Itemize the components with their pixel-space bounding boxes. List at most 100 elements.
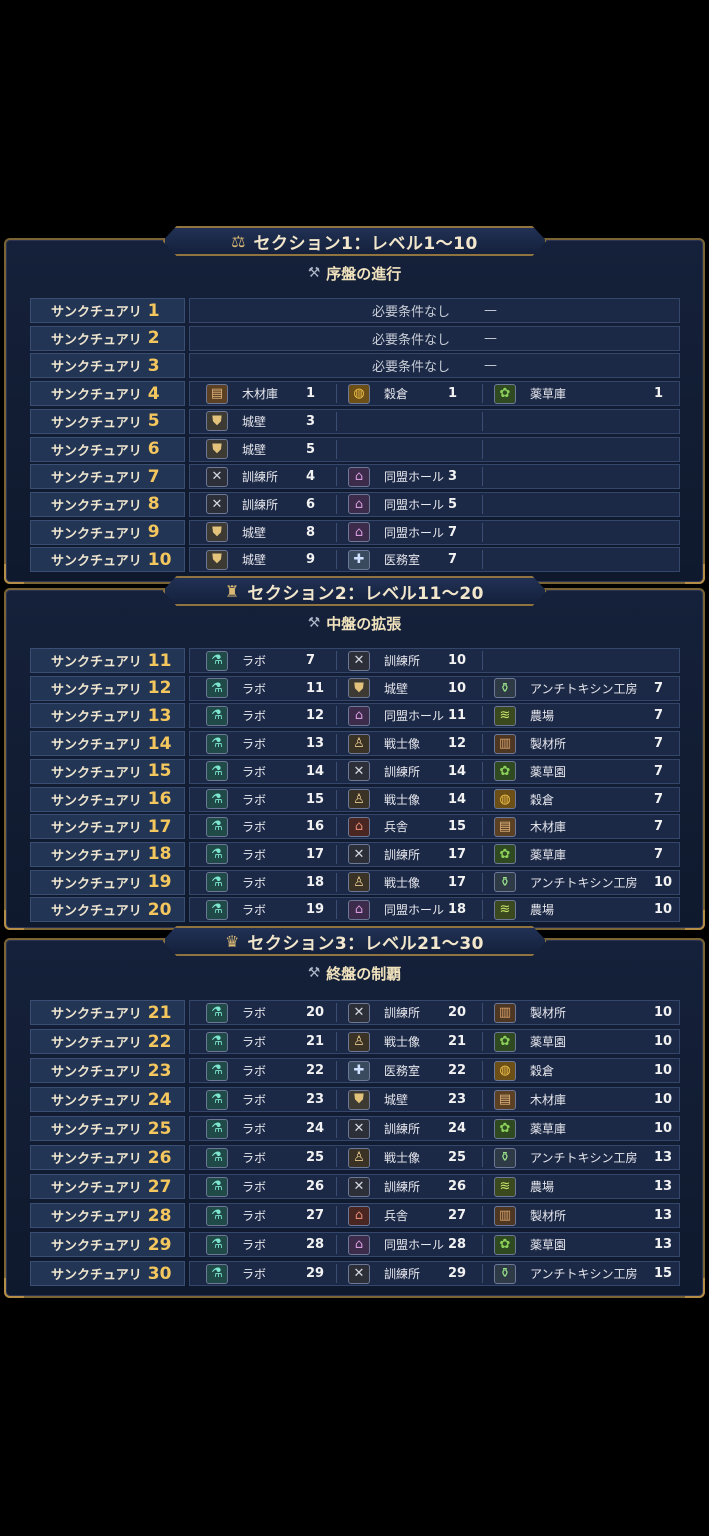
table-row: サンクチュアリ 24 ⚗ ラボ 23 ⛊ 城壁 23 ▤ 木材庫 10 xyxy=(30,1087,680,1112)
requirement-level: 10 xyxy=(654,1005,673,1020)
no-requirement-text: 必要条件なし xyxy=(371,332,450,348)
requirement-level: 17 xyxy=(306,846,325,862)
requirement-name: ラボ xyxy=(242,1093,267,1107)
requirements-cell: ⛊ 城壁 5 xyxy=(189,436,680,462)
requirement-name: 木材庫 xyxy=(530,1093,567,1107)
requirement-level: 7 xyxy=(448,552,458,568)
herb-icon: ✿ xyxy=(494,761,516,782)
requirement-name: ラボ xyxy=(242,1035,267,1049)
requirement-level: 23 xyxy=(306,1092,325,1107)
requirement-name: 薬草園 xyxy=(530,764,567,779)
requirement-item: ▥ 製材所 13 xyxy=(494,1204,674,1227)
requirement-item: ♙ 戦士像 14 xyxy=(348,788,472,811)
requirement-name: 訓練所 xyxy=(384,1267,421,1281)
lab-icon: ⚗ xyxy=(206,705,228,726)
requirement-name: ラボ xyxy=(242,764,267,779)
requirement-level: 10 xyxy=(448,680,467,696)
column-divider xyxy=(482,789,483,809)
requirement-name: ラボ xyxy=(242,654,267,668)
sanctuary-level: 18 xyxy=(147,844,172,865)
requirement-item: ✿ 薬草庫 1 xyxy=(494,382,674,405)
sanctuary-label-cell: サンクチュアリ 15 xyxy=(30,758,185,784)
requirement-level: 11 xyxy=(306,680,325,696)
train-icon: ✕ xyxy=(348,1263,370,1284)
lab-icon: ⚗ xyxy=(206,1031,228,1052)
sanctuary-level: 14 xyxy=(147,733,172,754)
requirement-level: 9 xyxy=(306,552,316,568)
table-row: サンクチュアリ 23 ⚗ ラボ 22 ✚ 医務室 22 ◍ 穀倉 10 xyxy=(30,1058,680,1083)
train-icon: ✕ xyxy=(348,1002,370,1023)
column-divider xyxy=(336,494,337,514)
column-divider xyxy=(336,522,337,542)
lab-icon: ⚗ xyxy=(206,1060,228,1081)
sanctuary-level: 13 xyxy=(147,705,172,726)
hall-icon: ⌂ xyxy=(348,899,370,920)
sanctuary-label-cell: サンクチュアリ 8 xyxy=(30,491,185,517)
requirement-level: 14 xyxy=(306,763,325,779)
section-title: セクション1：レベル1〜10 xyxy=(253,233,478,254)
requirement-level: 17 xyxy=(448,874,467,890)
requirement-level: 7 xyxy=(654,736,664,752)
column-divider xyxy=(482,678,483,698)
grain-icon: ◍ xyxy=(494,789,516,809)
requirement-level: 10 xyxy=(654,1121,673,1136)
requirement-level: 15 xyxy=(306,791,325,807)
table-row: サンクチュアリ 19 ⚗ ラボ 18 ♙ 戦士像 17 ⚱ アンチトキシン工房 10 xyxy=(30,869,680,895)
table-row: サンクチュアリ 18 ⚗ ラボ 17 ✕ 訓練所 17 ✿ 薬草庫 7 xyxy=(30,841,680,867)
column-divider xyxy=(336,1148,337,1167)
sanctuary-label-cell: サンクチュアリ 4 xyxy=(30,381,185,407)
requirement-item: ✿ 薬草庫 10 xyxy=(494,1117,674,1140)
lab-icon: ⚗ xyxy=(206,733,228,754)
hall-icon: ⌂ xyxy=(348,705,370,726)
requirement-name: 農場 xyxy=(530,1180,555,1194)
column-divider xyxy=(336,734,337,754)
sanctuary-label: サンクチュアリ xyxy=(51,360,142,376)
sanctuary-label: サンクチュアリ xyxy=(51,655,142,670)
column-divider xyxy=(482,550,483,570)
requirement-item: ⛊ 城壁 5 xyxy=(206,438,330,461)
requirements-cell: ⚗ ラボ 19 ⌂ 同盟ホール 18 ≋ 農場 10 xyxy=(189,897,680,923)
sanctuary-label: サンクチュアリ xyxy=(51,1210,142,1225)
sanctuary-level: 4 xyxy=(147,383,160,404)
column-divider xyxy=(336,1032,337,1051)
column-divider xyxy=(482,651,483,670)
dash-mark: — xyxy=(484,330,497,346)
column-divider xyxy=(336,706,337,726)
requirement-item: ✕ 訓練所 14 xyxy=(348,760,472,783)
column-divider xyxy=(482,1206,483,1225)
requirement-name: 城壁 xyxy=(384,681,409,696)
lab-icon: ⚗ xyxy=(206,816,228,837)
requirement-item: ⌂ 兵舎 27 xyxy=(348,1204,472,1227)
requirements-cell: ⚗ ラボ 7 ✕ 訓練所 10 xyxy=(189,648,680,673)
requirement-name: 兵舎 xyxy=(384,820,409,835)
requirement-name: ラボ xyxy=(242,847,267,862)
column-divider xyxy=(482,1003,483,1022)
requirement-item: ⚗ ラボ 7 xyxy=(206,649,330,672)
requirement-level: 12 xyxy=(306,708,325,724)
sanctuary-label-cell: サンクチュアリ 27 xyxy=(30,1174,185,1199)
sanctuary-label-cell: サンクチュアリ 7 xyxy=(30,464,185,490)
lab-icon: ⚗ xyxy=(206,1118,228,1139)
column-divider xyxy=(482,1148,483,1167)
column-divider xyxy=(336,467,337,487)
requirement-level: 29 xyxy=(448,1266,467,1281)
requirement-name: アンチトキシン工房 xyxy=(530,875,638,890)
herb-icon: ✿ xyxy=(494,1031,516,1052)
requirement-name: ラボ xyxy=(242,1267,267,1281)
column-divider xyxy=(482,411,483,431)
requirement-name: 同盟ホール xyxy=(384,470,445,485)
requirement-name: 農場 xyxy=(530,903,555,918)
grain-icon: ◍ xyxy=(348,383,370,404)
hall-icon: ⌂ xyxy=(348,522,370,543)
requirement-name: 同盟ホール xyxy=(384,709,445,724)
requirement-level: 7 xyxy=(654,819,664,835)
sanctuary-label-cell: サンクチュアリ 1 xyxy=(30,298,185,323)
sanctuary-label-cell: サンクチュアリ 14 xyxy=(30,731,185,757)
mill-icon: ▥ xyxy=(494,1002,516,1023)
sanctuary-level: 16 xyxy=(147,789,172,809)
requirement-name: ラボ xyxy=(242,792,267,807)
column-divider xyxy=(336,1264,337,1283)
barracks-icon: ⌂ xyxy=(348,1205,370,1226)
wall-icon: ⛊ xyxy=(206,411,228,432)
requirement-item: ✿ 薬草園 10 xyxy=(494,1030,674,1053)
